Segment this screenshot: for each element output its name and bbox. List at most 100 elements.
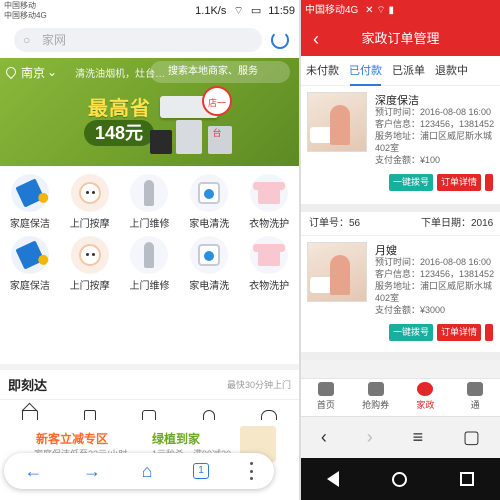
- order-card[interactable]: 深度保洁 预订时间：2016-08-08 16:00 客户信息：123456，1…: [301, 86, 500, 204]
- washing-machine-icon: [190, 174, 229, 212]
- service-item[interactable]: 上门维修: [120, 236, 180, 296]
- tab-0[interactable]: 未付款: [301, 56, 344, 86]
- bottom-tab-label: 通: [470, 400, 480, 410]
- wifi-icon: ⌔: [233, 5, 244, 17]
- left-phone-screen: 中国移动 中国移动4G 1.1K/s ⌔ ▭ 11:59 ○ 家网 南京 ⌄ 清…: [0, 0, 299, 500]
- customer-info: 客户信息：123456，1381452: [375, 119, 495, 129]
- call-button[interactable]: 一键拨号: [389, 324, 434, 341]
- more-action-button[interactable]: [485, 174, 494, 191]
- service-item[interactable]: 衣物洗护: [239, 236, 299, 296]
- paw-icon: [417, 382, 434, 396]
- tabs-count-icon[interactable]: 1: [193, 463, 210, 479]
- service-image: [307, 92, 367, 152]
- service-item[interactable]: 家庭保洁: [0, 174, 60, 234]
- order-card[interactable]: 订单号：56 下单日期：2016 月嫂 预订时间：2016-08-08 16:00…: [301, 212, 500, 352]
- carrier: 中国移动4G: [305, 5, 359, 16]
- back-chevron-icon[interactable]: ‹: [313, 22, 319, 56]
- order-number: 订单号：56: [309, 218, 361, 229]
- service-item[interactable]: 家电清洗: [179, 236, 239, 296]
- tab-3[interactable]: 退款中: [430, 56, 473, 86]
- menu-icon[interactable]: ≡: [413, 427, 424, 448]
- back-chevron-icon[interactable]: ‹: [321, 427, 327, 448]
- clothes-icon: [250, 174, 289, 212]
- coupon-icon: [367, 382, 384, 396]
- carrier-2: 中国移动4G: [4, 11, 47, 20]
- massage-icon: [70, 236, 109, 274]
- city-name: 南京: [21, 65, 46, 80]
- service-item[interactable]: 家庭保洁: [0, 236, 60, 296]
- order-detail-button[interactable]: 订单详情: [437, 324, 482, 341]
- call-button[interactable]: 一键拨号: [389, 174, 434, 191]
- refresh-icon[interactable]: [271, 31, 289, 49]
- service-item[interactable]: 上门按摩: [60, 174, 120, 234]
- chevron-down-icon: ⌄: [47, 65, 58, 79]
- service-item[interactable]: 家电清洗: [179, 174, 239, 234]
- service-address-line2: 402室: [375, 293, 400, 303]
- service-label: 上门维修: [129, 219, 170, 230]
- card-separator: [301, 204, 500, 212]
- bottom-tab-1[interactable]: 抢购券: [351, 379, 401, 416]
- browser-search-bar: ○ 家网: [0, 22, 299, 58]
- back-arrow-icon[interactable]: ←: [24, 461, 42, 482]
- service-label: 家电清洗: [189, 281, 230, 292]
- section-subtitle: 最快30分钟上门: [226, 380, 291, 390]
- bottom-tab-bar: 首页 抢购券 家政 通: [301, 378, 500, 416]
- network-speed: 1.1K/s: [195, 5, 227, 17]
- home-icon[interactable]: ⌂: [142, 461, 153, 482]
- tab-1[interactable]: 已付款: [344, 56, 387, 86]
- bottom-tab-label: 抢购券: [362, 400, 390, 410]
- recents-square-icon[interactable]: [459, 472, 474, 486]
- service-item[interactable]: 上门按摩: [60, 236, 120, 296]
- header: ‹ 家政订单管理: [301, 22, 500, 56]
- service-label: 衣物洗护: [249, 281, 290, 292]
- service-label: 衣物洗护: [249, 219, 290, 230]
- page-title: 家政订单管理: [361, 31, 440, 46]
- service-label: 家庭保洁: [9, 281, 50, 292]
- promo-new-user-title[interactable]: 新客立减专区: [36, 430, 108, 447]
- booking-time: 预订时间：2016-08-08 16:00: [375, 107, 492, 117]
- search-input[interactable]: ○ 家网: [14, 28, 262, 52]
- more-icon: [467, 382, 484, 396]
- back-triangle-icon[interactable]: [327, 471, 340, 487]
- bottom-tab-0[interactable]: 首页: [301, 379, 351, 416]
- payment-amount: 支付金额：¥100: [375, 155, 441, 165]
- home-icon: [317, 382, 334, 396]
- order-detail-button[interactable]: 订单详情: [437, 174, 482, 191]
- forward-chevron-icon[interactable]: ›: [367, 427, 373, 448]
- massage-icon: [70, 174, 109, 212]
- service-grid: 家庭保洁 上门按摩 上门维修 家电清洗 衣物洗护 家庭保洁 上门按摩 上门维修 …: [0, 166, 299, 364]
- more-action-button[interactable]: [485, 324, 494, 341]
- repair-icon: [130, 174, 169, 212]
- service-address: 服务地址：浦口区威尼斯水城: [375, 131, 493, 141]
- city-selector[interactable]: 南京 ⌄: [3, 64, 58, 81]
- banner-headline: 最高省: [88, 98, 151, 120]
- dishwasher-image: [176, 120, 202, 154]
- section-title: 即刻达: [8, 378, 48, 393]
- service-label: 家庭保洁: [9, 219, 50, 230]
- status-bar: 中国移动 中国移动4G 1.1K/s ⌔ ▭ 11:59: [0, 0, 299, 22]
- bottom-tab-2[interactable]: 家政: [401, 379, 451, 416]
- service-item[interactable]: 衣物洗护: [239, 174, 299, 234]
- service-address: 服务地址：浦口区威尼斯水城: [375, 281, 493, 291]
- bottom-tab-label: 家政: [416, 400, 435, 410]
- carrier-1: 中国移动: [4, 1, 36, 10]
- home-circle-icon[interactable]: [391, 471, 407, 487]
- more-menu-icon[interactable]: [249, 462, 254, 480]
- order-date: 下单日期：2016: [421, 218, 494, 229]
- tab-2[interactable]: 已派单: [387, 56, 430, 86]
- payment-amount: 支付金额：¥3000: [375, 305, 446, 315]
- forward-arrow-icon[interactable]: →: [83, 461, 101, 482]
- service-item[interactable]: 上门维修: [120, 174, 180, 234]
- service-image: [307, 242, 367, 302]
- bottom-tab-3[interactable]: 通: [450, 379, 500, 416]
- banner-tag: 店一台: [202, 86, 232, 138]
- stove-image: [150, 130, 172, 154]
- tabs-icon[interactable]: ▢: [463, 427, 480, 448]
- local-search-input[interactable]: 搜索本地商家、服务: [150, 61, 290, 83]
- card-separator: [301, 352, 500, 360]
- order-tabs: 未付款 已付款 已派单 退款中: [301, 56, 500, 86]
- repair-icon: [130, 236, 169, 274]
- promo-banner[interactable]: 南京 ⌄ 清洗油烟机，灶台… 搜索本地商家、服务 最高省 148元 店一台: [0, 58, 299, 166]
- promo-plants-title[interactable]: 绿植到家: [152, 430, 200, 447]
- service-address-line2: 402室: [375, 143, 400, 153]
